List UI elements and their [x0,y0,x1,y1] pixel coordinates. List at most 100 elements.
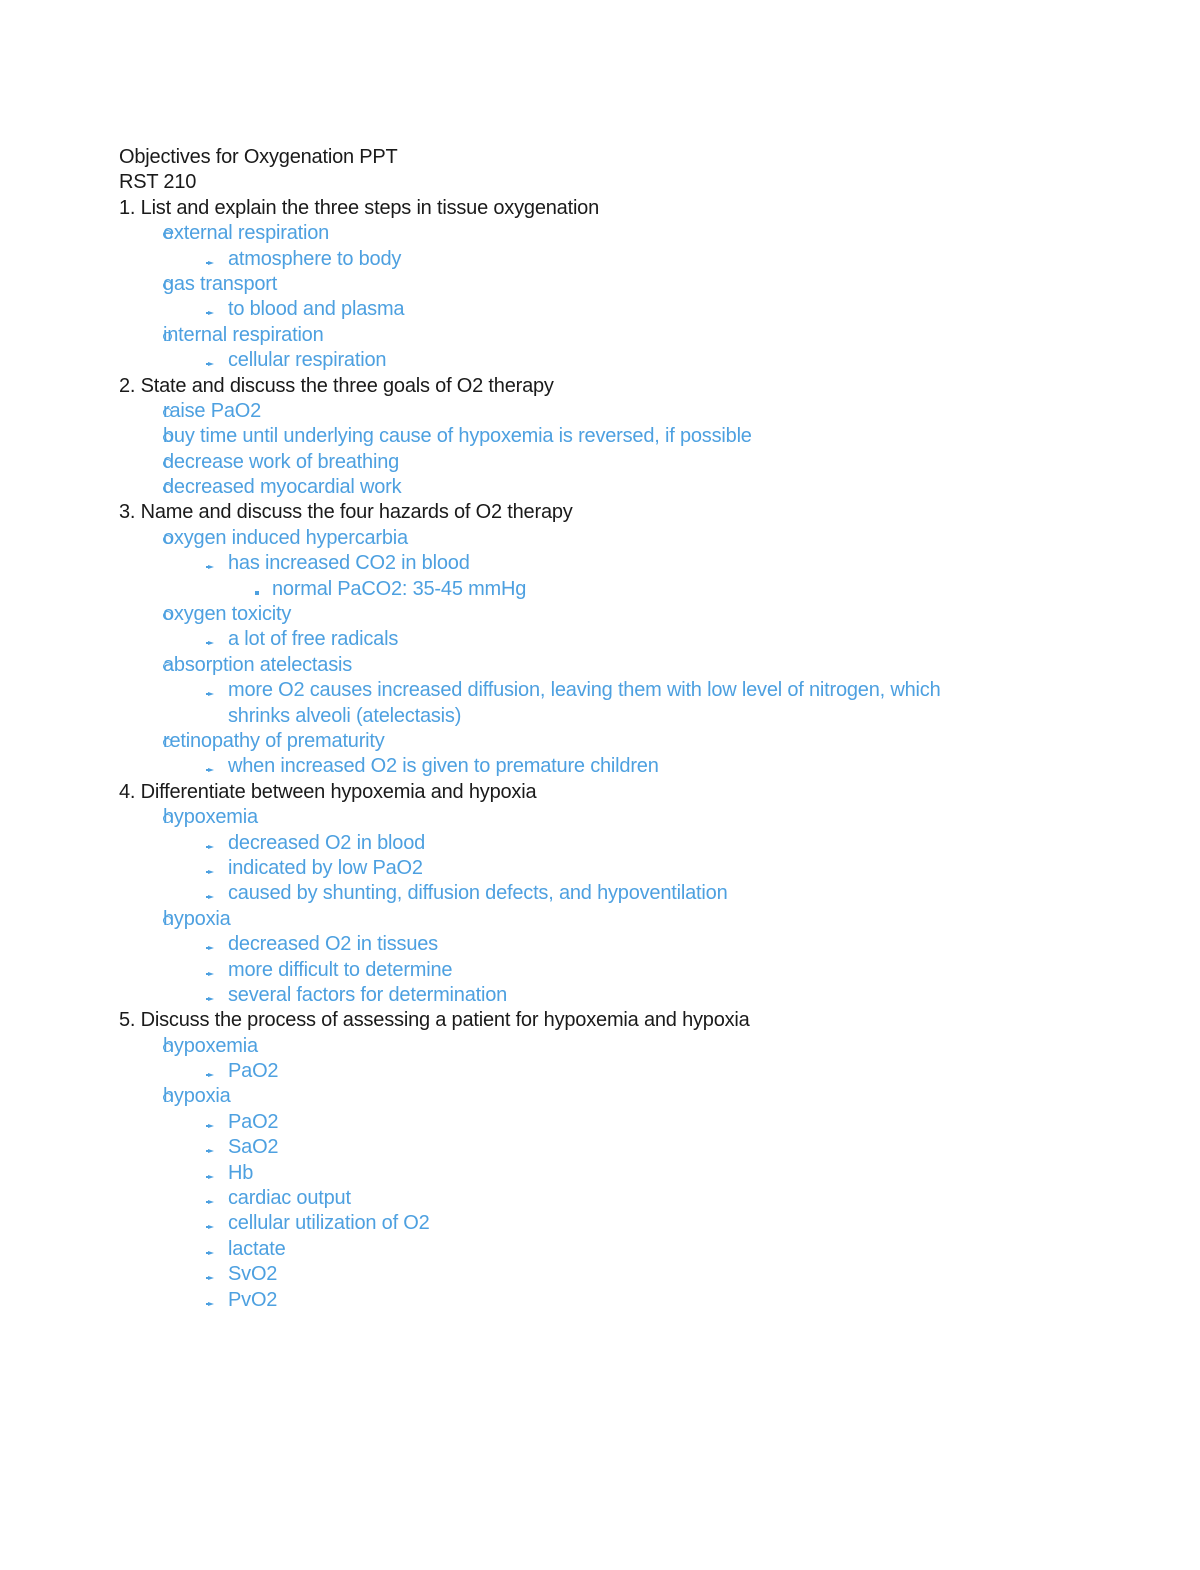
objective-heading: 5. Discuss the process of assessing a pa… [119,1008,1119,1033]
triangle-bullet-icon [206,1225,214,1230]
square-bullet-icon [255,590,259,595]
document-title: Objectives for Oxygenation PPT [119,146,398,168]
triangle-bullet-icon-wrap [206,627,226,652]
outline-item-level-2: PvO2 [119,1288,1119,1313]
circle-bullet-icon [163,737,172,747]
outline-item-level-2: more O2 causes increased diffusion, leav… [119,678,1119,703]
item-text: caused by shunting, diffusion defects, a… [228,882,728,905]
circle-bullet-icon [163,611,172,621]
objectives-outline: 1. List and explain the three steps in t… [119,196,1119,1313]
item-text: has increased CO2 in blood [228,552,470,575]
objective-number: 1. [119,196,141,219]
item-text: atmosphere to body [228,247,402,270]
triangle-bullet-icon [206,1276,214,1281]
triangle-bullet-icon-wrap [206,551,226,576]
outline-item-level-1: hypoxia [119,1084,1119,1109]
item-text: cellular utilization of O2 [228,1212,430,1235]
item-text: normal PaCO2: 35-45 mmHg [272,577,527,600]
circle-bullet-icon [163,433,172,443]
circle-bullet-icon-wrap [163,805,183,830]
triangle-bullet-icon [206,869,214,874]
circle-bullet-icon [163,534,172,544]
outline-item-level-1: oxygen induced hypercarbia [119,526,1119,551]
outline-item-level-2: cellular utilization of O2 [119,1211,1119,1236]
circle-bullet-icon [163,661,172,671]
outline-item-level-1: gas transport [119,272,1119,297]
item-text: when increased O2 is given to premature … [228,755,659,778]
outline-item-level-2: more difficult to determine [119,958,1119,983]
item-text: Hb [228,1161,254,1184]
outline-item-level-2: when increased O2 is given to premature … [119,754,1119,779]
item-text: buy time until underlying cause of hypox… [163,425,752,448]
item-text: more O2 causes increased diffusion, leav… [228,679,941,702]
objective-text: State and discuss the three goals of O2 … [140,374,554,397]
triangle-bullet-icon-wrap [206,881,226,906]
triangle-bullet-icon-wrap [206,958,226,983]
item-text: retinopathy of prematurity [163,729,385,752]
outline-item-level-2: decreased O2 in tissues [119,932,1119,957]
objective-text: Name and discuss the four hazards of O2 … [140,501,573,524]
outline-item-level-3: normal PaCO2: 35-45 mmHg [119,577,1119,602]
outline-item-level-2: cardiac output [119,1186,1119,1211]
triangle-bullet-icon [206,768,214,773]
outline-item-level-1: decrease work of breathing [119,450,1119,475]
circle-bullet-icon-wrap [163,399,183,424]
item-text: oxygen induced hypercarbia [163,526,408,549]
triangle-bullet-icon [206,971,214,976]
outline-item-level-2: PaO2 [119,1110,1119,1135]
item-text: absorption atelectasis [163,653,353,676]
triangle-bullet-icon-wrap [206,856,226,881]
outline-item-level-2: several factors for determination [119,983,1119,1008]
circle-bullet-icon-wrap [163,272,183,297]
triangle-bullet-icon [206,565,214,570]
circle-bullet-icon [163,484,172,494]
outline-item-level-2: caused by shunting, diffusion defects, a… [119,881,1119,906]
outline-item-level-1: retinopathy of prematurity [119,729,1119,754]
item-text: lactate [228,1237,286,1260]
triangle-bullet-icon [206,895,214,900]
triangle-bullet-icon-wrap [206,297,226,322]
item-text: cellular respiration [228,349,387,372]
circle-bullet-icon [163,1042,172,1052]
triangle-bullet-icon-wrap [206,1211,226,1236]
objective-text: Discuss the process of assessing a patie… [140,1009,750,1032]
circle-bullet-icon [163,458,172,468]
triangle-bullet-icon-wrap [206,754,226,779]
circle-bullet-icon [163,331,172,341]
outline-item-level-2: cellular respiration [119,348,1119,373]
outline-item-level-1: oxygen toxicity [119,602,1119,627]
outline-item-level-2: has increased CO2 in blood [119,551,1119,576]
circle-bullet-icon-wrap [163,323,183,348]
item-text: cardiac output [228,1187,351,1210]
item-text: decreased O2 in blood [228,831,426,854]
circle-bullet-icon-wrap [163,526,183,551]
circle-bullet-icon-wrap [163,1084,183,1109]
circle-bullet-icon [163,230,172,240]
circle-bullet-icon-wrap [163,1034,183,1059]
triangle-bullet-icon [206,260,214,265]
circle-bullet-icon-wrap [163,653,183,678]
outline-item-level-2: SvO2 [119,1262,1119,1287]
triangle-bullet-icon [206,844,214,849]
circle-bullet-icon [163,814,172,824]
triangle-bullet-icon-wrap [206,1161,226,1186]
objective-number: 4. [119,780,141,803]
outline-item-level-2: PaO2 [119,1059,1119,1084]
course-code: RST 210 [119,171,197,194]
document-page: Objectives for Oxygenation PPT RST 210 1… [119,145,1119,1313]
item-text: a lot of free radicals [228,628,399,651]
triangle-bullet-icon [206,996,214,1001]
outline-item-level-1: internal respiration [119,323,1119,348]
objective-text: Differentiate between hypoxemia and hypo… [140,780,537,803]
triangle-bullet-icon-wrap [206,1288,226,1313]
circle-bullet-icon-wrap [163,602,183,627]
triangle-bullet-icon-wrap [206,1186,226,1211]
triangle-bullet-icon-wrap [206,932,226,957]
item-text: PaO2 [228,1060,279,1083]
item-text: decreased O2 in tissues [228,933,438,956]
circle-bullet-icon [163,407,172,417]
outline-item-level-2: to blood and plasma [119,297,1119,322]
circle-bullet-icon [163,1093,172,1103]
outline-item-level-1: hypoxemia [119,1034,1119,1059]
circle-bullet-icon [163,280,172,290]
